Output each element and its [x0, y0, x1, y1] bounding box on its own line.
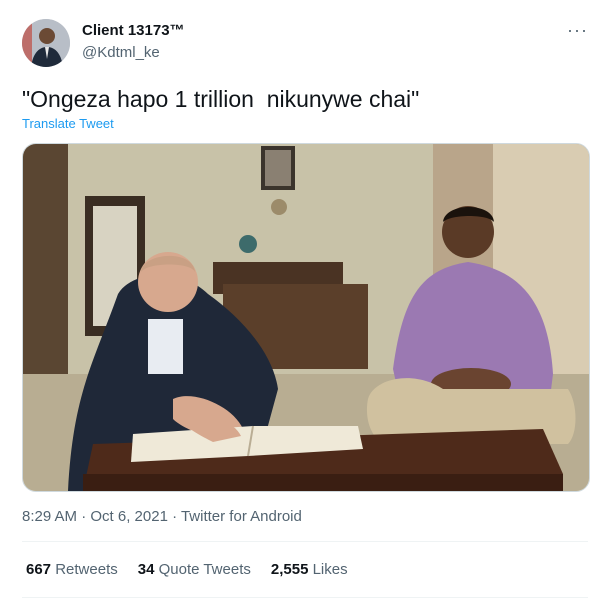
tweet-timestamp[interactable]: 8:29 AM · Oct 6, 2021 · Twitter for Andr… [22, 508, 302, 525]
display-name[interactable]: Client 13173™ [82, 22, 185, 39]
likes-count: 2,555 [270, 561, 309, 578]
likes-stat[interactable]: 2,555 Likes [271, 561, 348, 578]
quote-tweets-stat[interactable]: 34 Quote Tweets [138, 561, 251, 578]
tweet-stats: 667 Retweets 34 Quote Tweets 2,555 Likes [26, 561, 348, 578]
quote-tweets-label: Quote Tweets [158, 561, 251, 578]
translate-tweet-link[interactable]: Translate Tweet [22, 116, 114, 131]
quote-tweets-count: 34 [137, 561, 155, 578]
photo-illustration [23, 144, 589, 491]
likes-label: Likes [312, 561, 348, 578]
retweets-stat[interactable]: 667 Retweets [26, 561, 118, 578]
tweet-photo[interactable] [22, 143, 590, 492]
avatar-image [22, 19, 70, 67]
tweet-text: "Ongeza hapo 1 trillion nikunywe chai" [22, 86, 420, 112]
divider [22, 597, 588, 598]
more-options-icon[interactable]: ··· [567, 20, 588, 41]
retweets-label: Retweets [55, 561, 118, 578]
avatar[interactable] [22, 19, 70, 67]
user-handle[interactable]: @Kdtml_ke [82, 44, 160, 61]
divider [22, 541, 588, 542]
tweet: Client 13173™ @Kdtml_ke ··· "Ongeza hapo… [0, 0, 610, 600]
retweets-count: 667 [26, 561, 52, 578]
